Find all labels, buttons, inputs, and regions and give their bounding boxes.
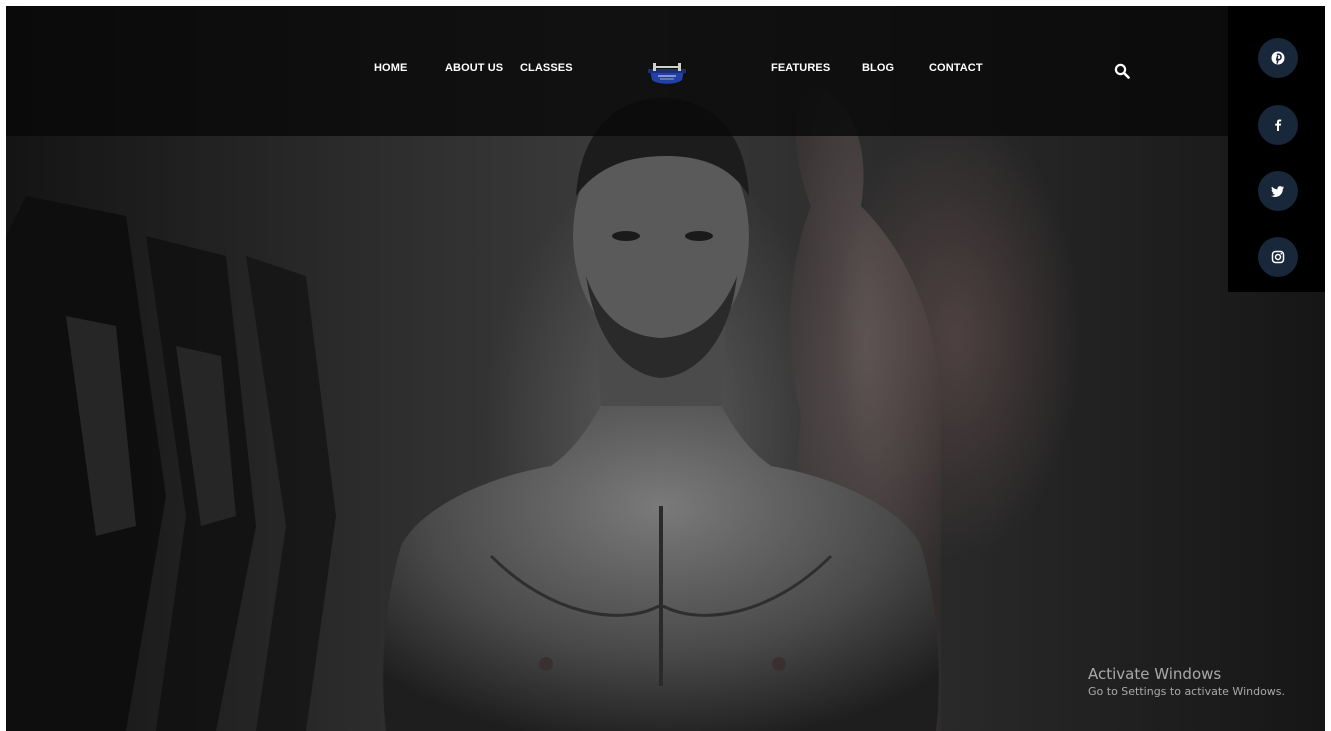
- nav-classes[interactable]: CLASSES: [520, 62, 573, 74]
- pinterest-button[interactable]: [1258, 38, 1298, 78]
- pinterest-icon: [1271, 51, 1285, 65]
- social-sidebar: [1228, 6, 1325, 292]
- instagram-icon: [1271, 250, 1285, 264]
- gym-equipment-image: [6, 196, 336, 731]
- search-icon[interactable]: [1114, 63, 1130, 79]
- twitter-button[interactable]: [1258, 171, 1298, 211]
- athlete-image: [383, 86, 941, 731]
- nav-home[interactable]: HOME: [374, 62, 407, 74]
- instagram-button[interactable]: [1258, 237, 1298, 277]
- facebook-icon: [1275, 119, 1282, 131]
- nav-contact[interactable]: CONTACT: [929, 62, 983, 74]
- nav-blog[interactable]: BLOG: [862, 62, 894, 74]
- nav-about-us[interactable]: ABOUT US: [445, 62, 503, 74]
- watermark-title: Activate Windows: [1088, 665, 1222, 683]
- watermark-subtitle: Go to Settings to activate Windows.: [1088, 685, 1286, 698]
- main-navbar: HOME ABOUT US CLASSES FEATURES BLOG CONT…: [6, 6, 1228, 136]
- activate-windows-watermark: Activate Windows Go to Settings to activ…: [1088, 664, 1285, 700]
- twitter-icon: [1271, 186, 1284, 197]
- dumbbell-logo-icon[interactable]: [646, 58, 688, 88]
- page: HOME ABOUT US CLASSES FEATURES BLOG CONT…: [6, 6, 1325, 731]
- facebook-button[interactable]: [1258, 105, 1298, 145]
- nav-features[interactable]: FEATURES: [771, 62, 830, 74]
